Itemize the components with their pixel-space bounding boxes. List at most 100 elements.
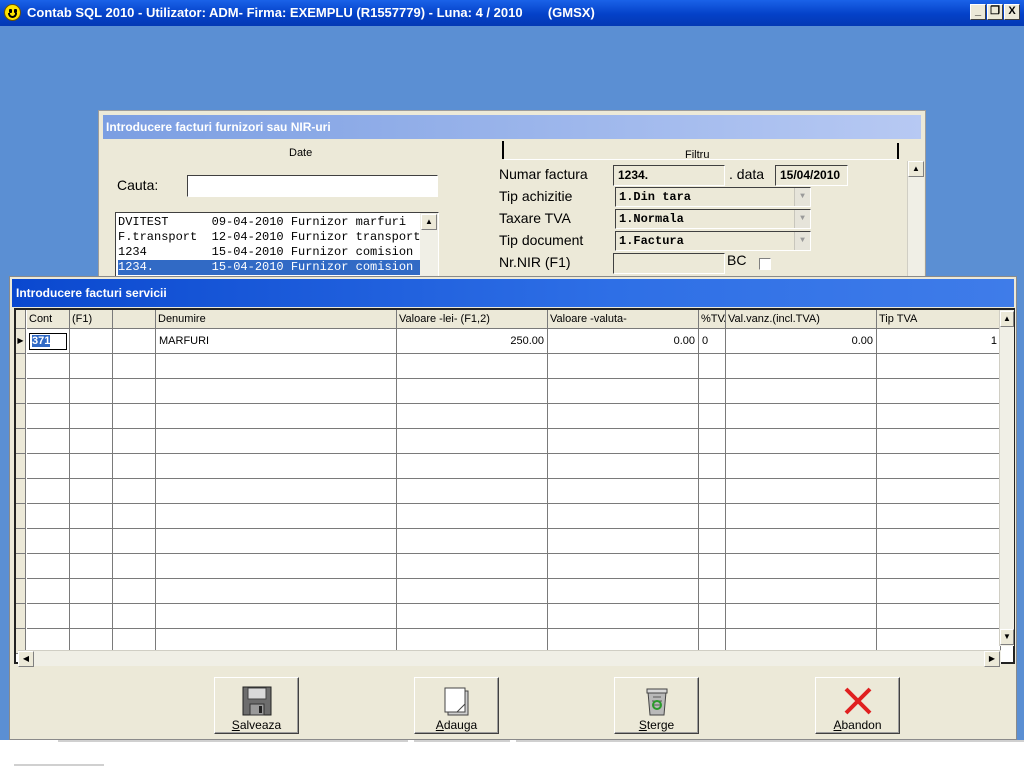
table-cell[interactable] bbox=[548, 554, 699, 579]
table-cell[interactable] bbox=[397, 404, 548, 429]
table-cell[interactable] bbox=[113, 479, 156, 504]
table-cell[interactable] bbox=[548, 404, 699, 429]
table-cell[interactable] bbox=[156, 354, 397, 379]
app-smiley-icon[interactable] bbox=[4, 4, 21, 21]
table-cell[interactable] bbox=[156, 379, 397, 404]
table-cell[interactable] bbox=[70, 479, 113, 504]
table-cell[interactable] bbox=[156, 454, 397, 479]
list-item[interactable]: DVITEST 09-04-2010 Furnizor marfuri bbox=[118, 215, 420, 230]
table-cell[interactable] bbox=[877, 454, 1001, 479]
list-item[interactable]: 1234 15-04-2010 Furnizor comision bbox=[118, 245, 420, 260]
table-cell[interactable] bbox=[113, 354, 156, 379]
table-cell[interactable] bbox=[113, 429, 156, 454]
cell-tip-tva[interactable]: 1 bbox=[877, 329, 1001, 354]
servicii-grid[interactable]: Cont (F1) Denumire Valoare -lei- (F1,2) … bbox=[14, 308, 1015, 664]
table-cell[interactable] bbox=[113, 454, 156, 479]
table-cell[interactable] bbox=[699, 379, 726, 404]
data-field[interactable]: 15/04/2010 bbox=[775, 165, 848, 186]
table-cell[interactable] bbox=[397, 604, 548, 629]
table-cell[interactable] bbox=[699, 604, 726, 629]
save-button[interactable]: Salveaza bbox=[214, 677, 299, 734]
table-cell[interactable] bbox=[70, 554, 113, 579]
table-cell[interactable] bbox=[548, 504, 699, 529]
table-cell[interactable] bbox=[70, 604, 113, 629]
chevron-down-icon[interactable]: ▼ bbox=[794, 188, 810, 206]
table-cell[interactable] bbox=[27, 379, 70, 404]
table-cell[interactable] bbox=[877, 479, 1001, 504]
table-cell[interactable] bbox=[27, 354, 70, 379]
table-cell[interactable] bbox=[397, 579, 548, 604]
table-cell[interactable] bbox=[156, 479, 397, 504]
table-cell[interactable] bbox=[113, 554, 156, 579]
scroll-up-icon[interactable]: ▲ bbox=[1000, 311, 1014, 327]
nir-scrollbar[interactable]: ▲ bbox=[907, 161, 924, 279]
table-cell[interactable] bbox=[156, 579, 397, 604]
table-cell[interactable] bbox=[699, 554, 726, 579]
table-cell[interactable] bbox=[70, 354, 113, 379]
column-header-tva[interactable]: %TVA bbox=[699, 310, 726, 329]
invoice-list[interactable]: DVITEST 09-04-2010 Furnizor marfuri F.tr… bbox=[115, 212, 439, 278]
table-cell[interactable] bbox=[70, 429, 113, 454]
list-scrollbar[interactable]: ▲ bbox=[420, 213, 438, 277]
table-cell[interactable] bbox=[877, 354, 1001, 379]
table-cell[interactable] bbox=[397, 504, 548, 529]
column-header-f1[interactable]: (F1) bbox=[70, 310, 113, 329]
table-cell[interactable] bbox=[27, 429, 70, 454]
table-cell[interactable] bbox=[726, 504, 877, 529]
table-cell[interactable] bbox=[397, 454, 548, 479]
table-cell[interactable] bbox=[548, 429, 699, 454]
table-cell[interactable] bbox=[699, 579, 726, 604]
table-cell[interactable] bbox=[113, 379, 156, 404]
grid-vertical-scrollbar[interactable]: ▲ ▼ bbox=[999, 310, 1014, 646]
table-cell[interactable] bbox=[726, 479, 877, 504]
cell-tva[interactable]: 0 bbox=[699, 329, 726, 354]
table-cell[interactable] bbox=[156, 504, 397, 529]
cell-valoare-lei[interactable]: 250.00 bbox=[397, 329, 548, 354]
table-cell[interactable] bbox=[156, 604, 397, 629]
cell-val-vanz[interactable]: 0.00 bbox=[726, 329, 877, 354]
tip-achizitie-select[interactable]: 1.Din tara ▼ bbox=[615, 187, 811, 207]
table-cell[interactable] bbox=[726, 404, 877, 429]
table-cell[interactable] bbox=[397, 554, 548, 579]
table-cell[interactable] bbox=[27, 404, 70, 429]
taxare-tva-select[interactable]: 1.Normala ▼ bbox=[615, 209, 811, 229]
cell-blank[interactable] bbox=[113, 329, 156, 354]
table-cell[interactable] bbox=[877, 579, 1001, 604]
column-header-denumire[interactable]: Denumire bbox=[156, 310, 397, 329]
table-cell[interactable] bbox=[699, 429, 726, 454]
table-cell[interactable] bbox=[548, 579, 699, 604]
table-cell[interactable] bbox=[27, 604, 70, 629]
minimize-button[interactable]: _ bbox=[970, 4, 986, 20]
scroll-down-icon[interactable]: ▼ bbox=[1000, 629, 1014, 645]
chevron-down-icon[interactable]: ▼ bbox=[794, 232, 810, 250]
table-cell[interactable] bbox=[877, 379, 1001, 404]
table-cell[interactable] bbox=[699, 354, 726, 379]
table-cell[interactable] bbox=[70, 529, 113, 554]
table-cell[interactable] bbox=[27, 504, 70, 529]
table-cell[interactable] bbox=[726, 579, 877, 604]
grid-horizontal-scrollbar[interactable]: ◀ ▶ bbox=[18, 650, 1001, 667]
table-cell[interactable] bbox=[699, 479, 726, 504]
table-cell[interactable] bbox=[548, 354, 699, 379]
table-cell[interactable] bbox=[726, 604, 877, 629]
table-cell[interactable] bbox=[726, 529, 877, 554]
table-cell[interactable] bbox=[70, 404, 113, 429]
table-cell[interactable] bbox=[877, 504, 1001, 529]
table-cell[interactable] bbox=[70, 504, 113, 529]
table-cell[interactable] bbox=[548, 604, 699, 629]
table-cell[interactable] bbox=[699, 529, 726, 554]
table-cell[interactable] bbox=[548, 529, 699, 554]
table-cell[interactable] bbox=[397, 429, 548, 454]
chevron-down-icon[interactable]: ▼ bbox=[794, 210, 810, 228]
table-cell[interactable] bbox=[877, 604, 1001, 629]
table-cell[interactable] bbox=[397, 479, 548, 504]
bc-checkbox[interactable] bbox=[759, 258, 771, 270]
restore-button[interactable]: ❐ bbox=[987, 4, 1003, 20]
table-cell[interactable] bbox=[726, 354, 877, 379]
table-cell[interactable] bbox=[877, 429, 1001, 454]
table-cell[interactable] bbox=[156, 429, 397, 454]
scroll-right-icon[interactable]: ▶ bbox=[984, 651, 1000, 667]
cell-denumire[interactable]: MARFURI bbox=[156, 329, 397, 354]
table-cell[interactable] bbox=[726, 554, 877, 579]
scroll-up-icon[interactable]: ▲ bbox=[908, 161, 924, 177]
